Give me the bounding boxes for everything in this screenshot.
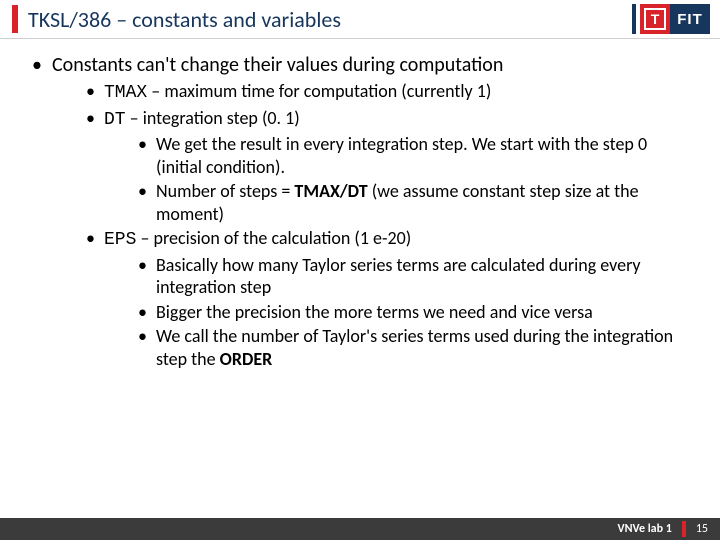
brand-fit-label: FIT <box>670 4 710 34</box>
brand-logo: T FIT <box>640 4 710 34</box>
slide-title: TKSL/386 – constants and variables <box>28 6 341 33</box>
eps-text: – precision of the calculation (1 e-20) <box>136 227 411 249</box>
bullet-dt-steps: Number of steps = TMAX/DT (we assume con… <box>138 180 696 225</box>
heading-text: Constants can't change their values duri… <box>52 53 503 77</box>
footer-separator <box>682 521 686 537</box>
brand-t-icon: T <box>640 4 670 34</box>
footer-lab: VNVe lab 1 <box>617 522 671 536</box>
order-word: ORDER <box>220 348 273 370</box>
slide-body: Constants can't change their values duri… <box>0 39 720 370</box>
tmax-code: TMAX <box>104 83 147 103</box>
brand-divider <box>632 4 636 34</box>
dt-text: – integration step (0. 1) <box>126 107 300 129</box>
bullet-eps-taylor: Basically how many Taylor series terms a… <box>138 254 696 299</box>
eps-code: EPS <box>104 230 136 250</box>
footer-bar: VNVe lab 1 15 <box>0 518 720 540</box>
dt-code: DT <box>104 110 126 130</box>
title-bar: TKSL/386 – constants and variables <box>0 0 720 39</box>
bullet-eps-precision: Bigger the precision the more terms we n… <box>138 301 696 324</box>
tmax-text: – maximum time for computation (currentl… <box>147 80 491 102</box>
steps-formula: TMAX/DT <box>294 180 367 202</box>
title-accent <box>12 5 18 33</box>
footer-page: 15 <box>696 522 708 536</box>
bullet-dt: DT – integration step (0. 1) We get the … <box>86 107 696 226</box>
bullet-constants: Constants can't change their values duri… <box>32 53 696 370</box>
bullet-eps-order: We call the number of Taylor's series te… <box>138 325 696 370</box>
brand-t-letter: T <box>644 8 666 30</box>
bullet-eps: EPS – precision of the calculation (1 e-… <box>86 227 696 370</box>
bullet-dt-result: We get the result in every integration s… <box>138 133 696 178</box>
bullet-tmax: TMAX – maximum time for computation (cur… <box>86 80 696 105</box>
